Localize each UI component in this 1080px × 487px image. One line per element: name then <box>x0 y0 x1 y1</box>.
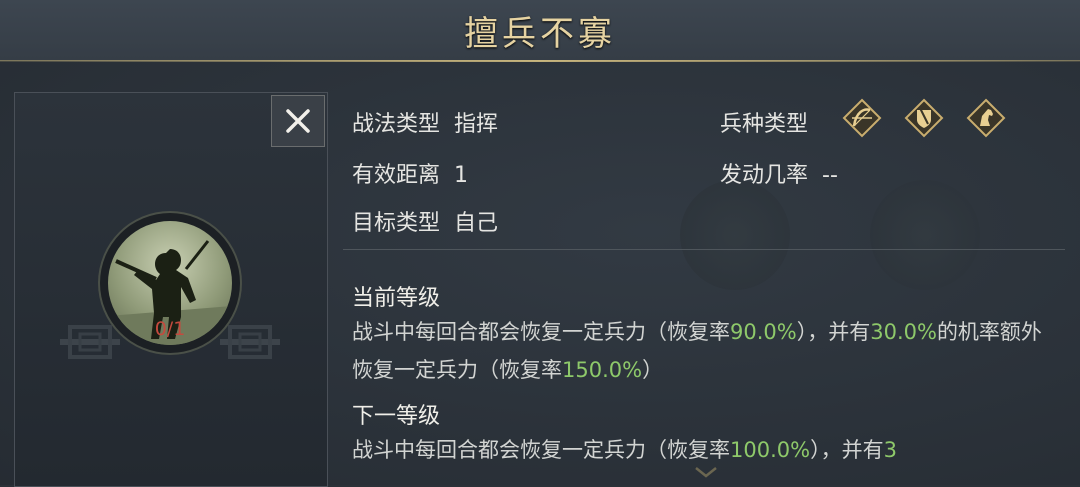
tactic-type-value: 指挥 <box>454 112 499 137</box>
troop-type-label: 兵种类型 <box>720 112 809 137</box>
current-text-1: 战斗中每回合都会恢复一定兵力（恢复率 <box>352 320 730 344</box>
tactic-type-label: 战法类型 <box>352 112 441 137</box>
current-rate-1: 90.0% <box>730 320 797 344</box>
target-value: 自己 <box>454 211 499 236</box>
horse-icon <box>966 98 1006 138</box>
next-rate-1: 100.0% <box>730 438 811 462</box>
next-level-title: 下一等级 <box>352 404 441 429</box>
next-text-1: 战斗中每回合都会恢复一定兵力（恢复率 <box>352 438 730 462</box>
current-text-4: ） <box>642 358 664 382</box>
chevron-down-icon[interactable] <box>692 462 720 482</box>
target-row: 目标类型 自己 <box>352 205 498 237</box>
close-icon <box>286 109 310 133</box>
shield-icon <box>904 98 944 138</box>
distance-label: 有效距离 <box>352 163 441 188</box>
info-divider <box>343 249 1065 250</box>
tactic-type-row: 战法类型 指挥 <box>352 106 498 138</box>
distance-row: 有效距离 1 <box>352 157 468 189</box>
current-level-description: 战斗中每回合都会恢复一定兵力（恢复率90.0%），并有30.0%的机率额外恢复一… <box>352 313 1057 389</box>
tactic-title: 擅兵不寡 <box>464 14 616 54</box>
background-decoration <box>870 180 980 290</box>
background-decoration <box>680 180 790 290</box>
close-button[interactable] <box>271 95 325 147</box>
current-text-2: ），并有 <box>796 320 871 344</box>
next-chance: 3 <box>883 438 897 462</box>
trigger-rate-row: 发动几率 -- <box>720 157 838 189</box>
trigger-rate-value: -- <box>822 163 838 188</box>
distance-value: 1 <box>454 163 469 188</box>
bow-icon <box>842 98 882 138</box>
next-text-2: ），并有 <box>810 438 884 462</box>
current-chance: 30.0% <box>870 320 937 344</box>
current-rate-2: 150.0% <box>562 358 643 382</box>
trigger-rate-label: 发动几率 <box>720 163 809 188</box>
target-label: 目标类型 <box>352 211 441 236</box>
portrait-count: 0/1 <box>154 318 186 340</box>
current-level-title: 当前等级 <box>352 286 441 311</box>
